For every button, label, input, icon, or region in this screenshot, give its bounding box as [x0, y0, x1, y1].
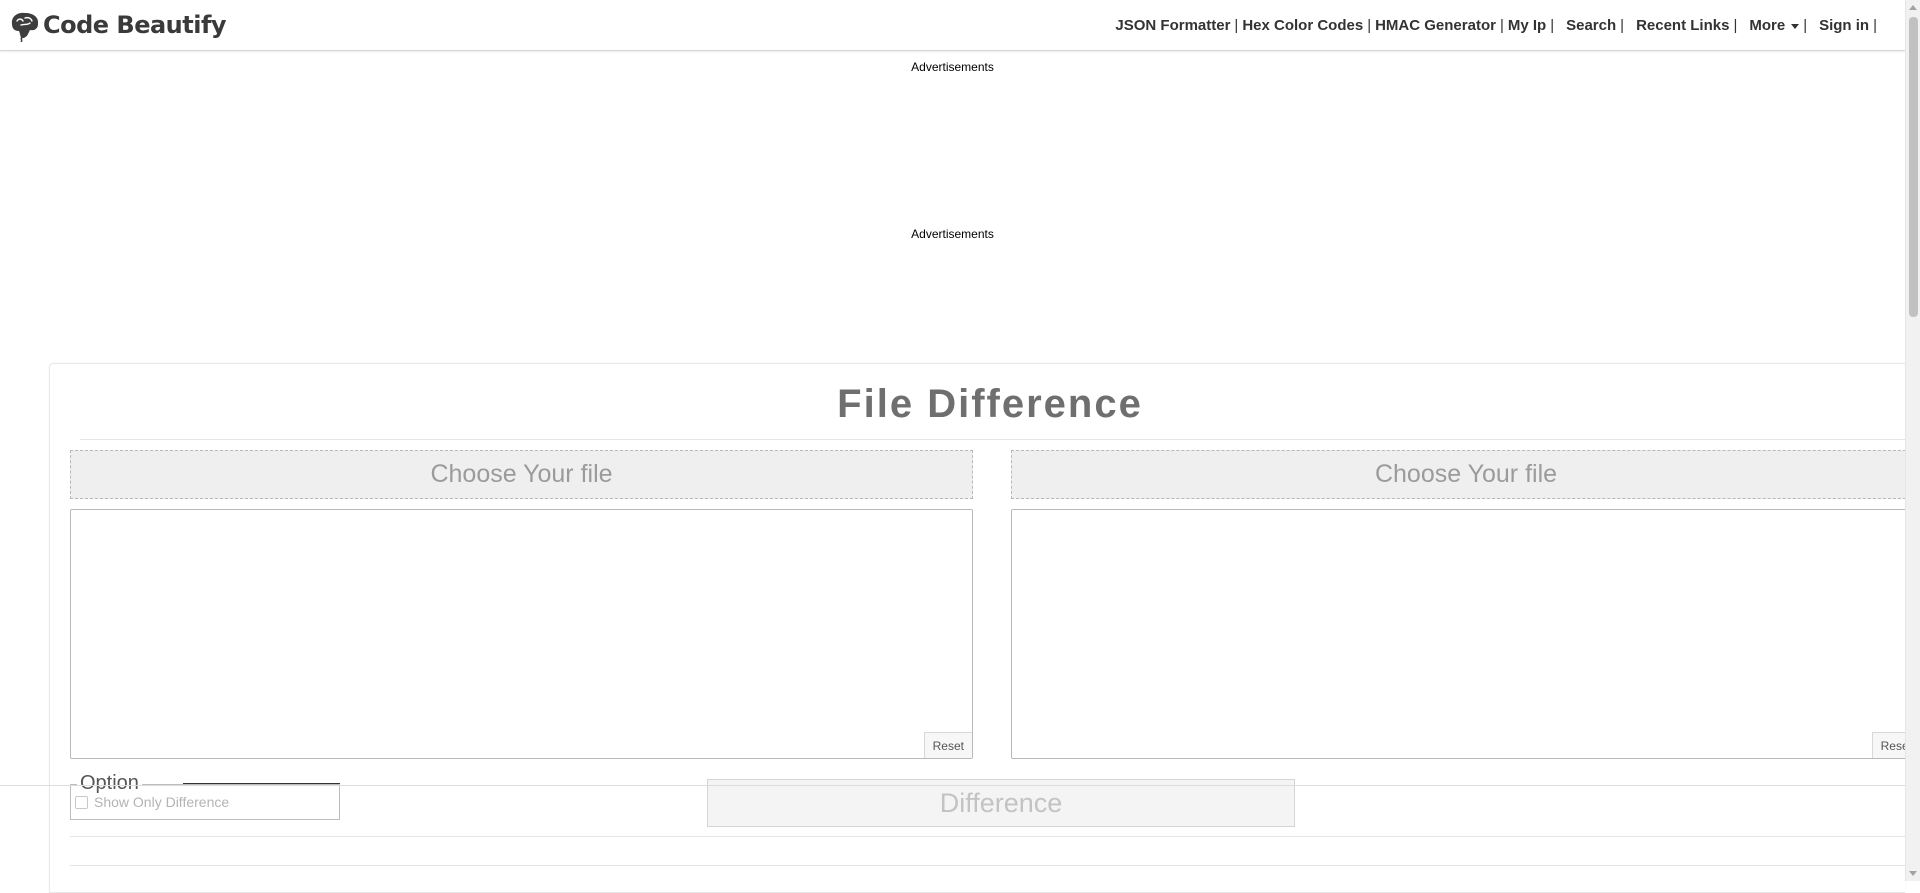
nav-separator: | — [1234, 17, 1239, 34]
title-divider — [80, 439, 1910, 440]
nav-sign-in[interactable]: Sign in — [1819, 17, 1869, 34]
nav-hmac-generator[interactable]: HMAC Generator — [1375, 17, 1496, 34]
section-divider — [70, 836, 1920, 837]
scroll-up-arrow-icon[interactable] — [1909, 5, 1917, 10]
site-header: Code Beautify JSON Formatter | Hex Color… — [0, 0, 1905, 51]
show-only-difference-option[interactable]: Show Only Difference — [75, 794, 229, 810]
nav-more-label: More — [1749, 17, 1786, 34]
page-scrollbar[interactable] — [1905, 0, 1920, 881]
difference-button[interactable]: Difference — [707, 779, 1295, 827]
page-title: File Difference — [837, 382, 1143, 426]
file-difference-panel: File Difference Choose Your file Choose … — [49, 363, 1920, 893]
advertisement-label: Advertisements — [911, 227, 994, 241]
option-fieldset-border — [183, 783, 340, 784]
logo[interactable]: Code Beautify — [8, 6, 227, 44]
nav-recent-links[interactable]: Recent Links — [1636, 17, 1729, 34]
section-divider — [70, 865, 1920, 866]
nav-separator: | — [1873, 17, 1877, 34]
scrollbar-thumb[interactable] — [1909, 17, 1918, 317]
show-only-difference-label: Show Only Difference — [94, 794, 230, 810]
nav-separator: | — [1620, 17, 1625, 34]
bottom-overlay-divider — [0, 785, 1905, 786]
nav-search[interactable]: Search — [1566, 17, 1616, 34]
nav-separator: | — [1550, 17, 1555, 34]
nav-hex-color-codes[interactable]: Hex Color Codes — [1242, 17, 1363, 34]
top-nav: JSON Formatter | Hex Color Codes | HMAC … — [1115, 17, 1881, 34]
show-only-difference-checkbox[interactable] — [75, 795, 88, 809]
left-text-editor[interactable]: Reset — [70, 509, 973, 759]
nav-separator: | — [1803, 17, 1808, 34]
right-text-editor[interactable]: Reset — [1011, 509, 1920, 759]
right-file-chooser[interactable]: Choose Your file — [1011, 450, 1920, 499]
nav-separator: | — [1367, 17, 1372, 34]
caret-down-icon — [1791, 23, 1800, 29]
logo-text: Code Beautify — [43, 11, 227, 39]
option-legend: Option — [77, 772, 142, 795]
advertisement-label: Advertisements — [911, 60, 994, 74]
left-reset-button[interactable]: Reset — [923, 732, 972, 758]
nav-separator: | — [1499, 17, 1504, 34]
nav-more-dropdown[interactable]: More — [1749, 17, 1800, 34]
nav-json-formatter[interactable]: JSON Formatter — [1115, 17, 1230, 34]
nav-my-ip[interactable]: My Ip — [1508, 17, 1546, 34]
nav-separator: | — [1733, 17, 1738, 34]
brain-logo-icon — [11, 12, 39, 42]
scroll-down-arrow-icon[interactable] — [1909, 871, 1917, 876]
left-file-chooser[interactable]: Choose Your file — [70, 450, 973, 499]
